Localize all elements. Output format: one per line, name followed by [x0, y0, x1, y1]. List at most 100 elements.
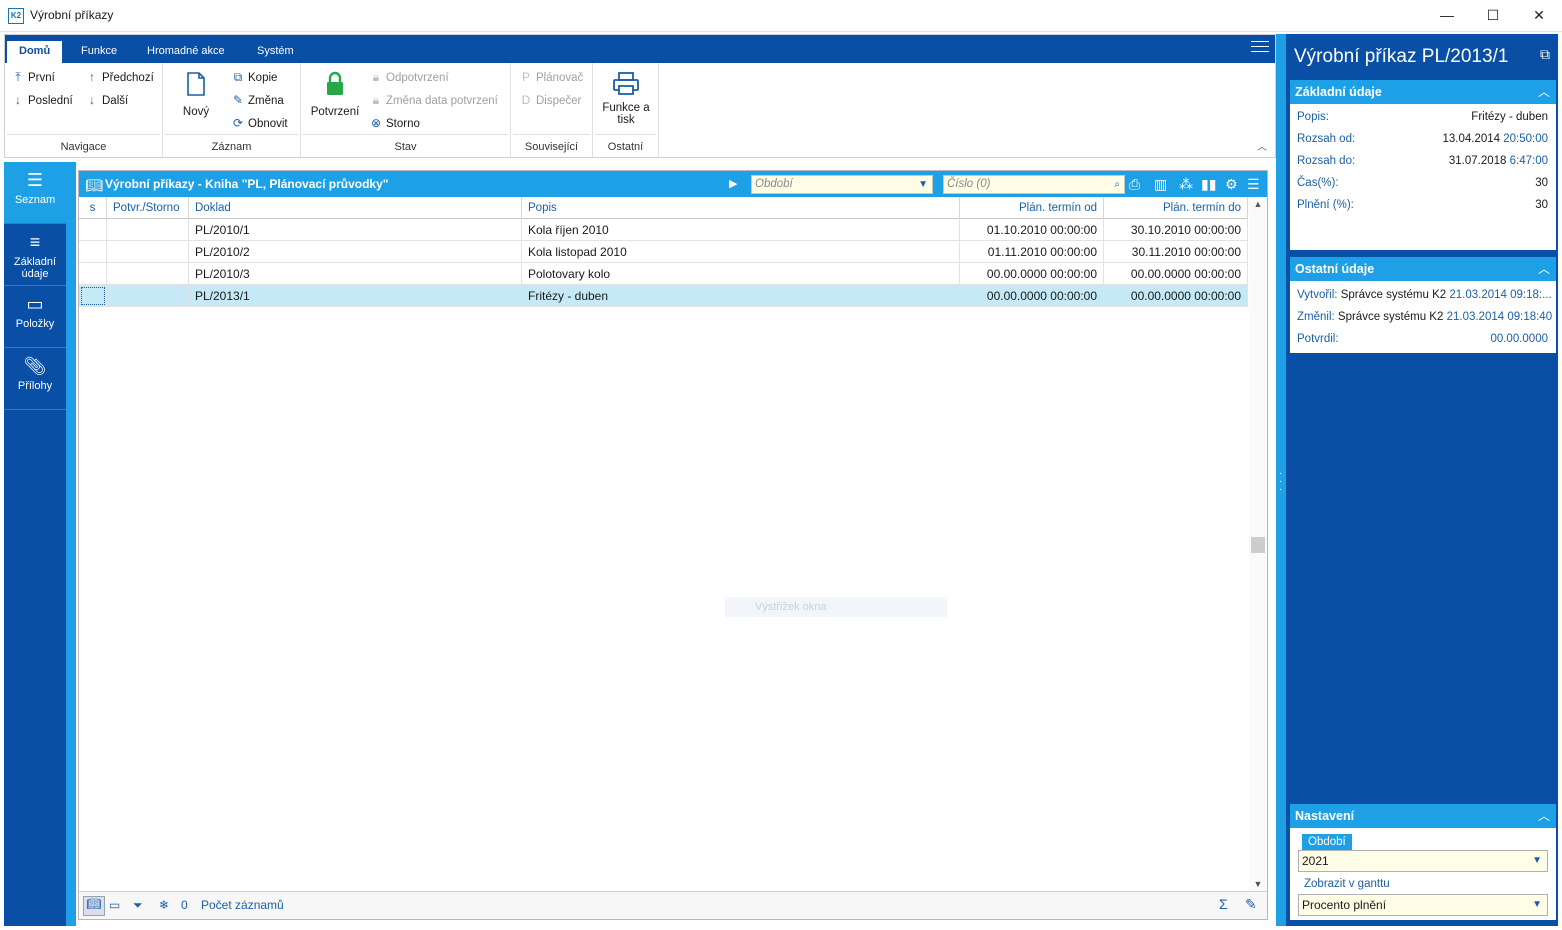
minimize-button[interactable]: — — [1424, 0, 1470, 30]
field-value: Fritézy - duben — [1471, 111, 1548, 123]
vertical-scrollbar[interactable]: ▲ ▼ — [1249, 197, 1267, 891]
cell-plan-od: 01.10.2010 00:00:00 — [960, 219, 1104, 241]
period-select[interactable]: 2021 ▼ — [1298, 850, 1548, 872]
copy-button[interactable]: ⧉ Kopie — [231, 67, 278, 87]
time-value: 6:47:00 — [1509, 155, 1548, 167]
first-button[interactable]: ⤒ První — [11, 67, 55, 87]
filter-icon[interactable]: ⏷ — [133, 898, 143, 913]
new-document-icon — [187, 72, 205, 96]
number-search-input[interactable]: Číslo (0) ⌕ — [943, 175, 1125, 194]
hierarchy-icon[interactable]: ⁂ — [1179, 176, 1193, 193]
archive-icon[interactable]: ▭ — [109, 898, 120, 912]
tab-funkce[interactable]: Funkce — [69, 41, 129, 63]
field-plneni: Plnění (%): 30 — [1290, 194, 1556, 216]
period-filter-input[interactable]: Období ▼ — [751, 175, 933, 194]
field-value: 30 — [1535, 199, 1548, 211]
col-s[interactable]: s — [79, 197, 107, 219]
storno-button[interactable]: ⊗ Storno — [369, 113, 420, 133]
columns-icon[interactable]: ▮▮ — [1201, 176, 1216, 193]
edit-pencil-icon[interactable]: ✎ — [1245, 896, 1257, 913]
change-confirm-date-button[interactable]: 🔒︎ Změna data potvrzení — [369, 90, 498, 110]
panel-splitter[interactable]: · · · — [1276, 34, 1286, 926]
col-popis[interactable]: Popis — [522, 197, 960, 219]
sum-icon[interactable]: Σ — [1219, 896, 1228, 912]
group-navigace: ⤒ První ↓ Poslední ↑ Předchozí ↓ Další Navig… — [5, 63, 163, 157]
chevron-up-icon[interactable]: ︿ — [1538, 804, 1550, 828]
next-button[interactable]: ↓ Další — [85, 90, 128, 110]
dispatcher-button[interactable]: D Dispečer — [519, 90, 582, 110]
previous-button[interactable]: ↑ Předchozí — [85, 67, 154, 87]
period-select-value: 2021 — [1302, 854, 1329, 868]
field-potvrdil: Potvrdil: 00.00.0000 — [1290, 328, 1556, 350]
arrow-down-icon: ↓ — [15, 93, 21, 107]
table-row[interactable]: PL/2010/2 Kola listopad 2010 01.11.2010 … — [79, 241, 1248, 263]
splitter-grip-icon[interactable]: · · · — [1279, 469, 1283, 495]
details-list-icon: ≡ — [29, 232, 41, 252]
functions-print-button[interactable]: Funkce a tisk — [595, 71, 657, 126]
tab-hromadne-akce[interactable]: Hromadné akce — [135, 41, 237, 63]
section-header[interactable]: Nastavení ︿ — [1290, 804, 1556, 828]
table-row-selected[interactable]: PL/2013/1 Fritézy - duben 00.00.0000 00:… — [79, 285, 1248, 307]
maximize-button[interactable]: ☐ — [1470, 0, 1516, 30]
popout-icon[interactable]: ⧉ — [1540, 46, 1550, 63]
gantt-display-select[interactable]: Procento plnění ▼ — [1298, 894, 1548, 916]
new-label: Nový — [182, 106, 210, 118]
scroll-thumb[interactable] — [1251, 537, 1265, 553]
snowflake-icon[interactable]: ❄ — [159, 898, 169, 912]
refresh-button[interactable]: ⟳ Obnovit — [231, 113, 288, 133]
section-zakladni-udaje: Základní údaje ︿ Popis: Fritézy - duben … — [1290, 80, 1556, 250]
confirm-button[interactable]: Potvrzení — [305, 71, 365, 118]
field-rozsah-od: Rozsah od: 13.04.2014 20:50:00 — [1290, 128, 1556, 150]
table-row[interactable]: PL/2010/1 Kola říjen 2010 01.10.2010 00:… — [79, 219, 1248, 241]
last-button[interactable]: ↓ Poslední — [11, 90, 73, 110]
book-view-icon[interactable]: 📖︎ — [83, 896, 105, 916]
group-separator — [513, 134, 590, 135]
field-cas: Čas(%): 30 — [1290, 172, 1556, 194]
scroll-up-icon[interactable]: ▲ — [1249, 199, 1267, 209]
col-plan-do[interactable]: Plán. termín do — [1104, 197, 1248, 219]
next-label: Další — [102, 95, 129, 107]
scroll-down-icon[interactable]: ▼ — [1249, 879, 1267, 889]
nav-zakladni-udaje[interactable]: ≡ Základní údaje — [4, 224, 66, 286]
new-button[interactable]: Nový — [173, 71, 219, 118]
collapse-ribbon-icon[interactable]: ︿ — [1257, 138, 1267, 153]
close-button[interactable]: ✕ — [1516, 0, 1562, 30]
dropdown-icon[interactable]: ▼ — [1532, 895, 1542, 915]
field-label: Vytvořil: — [1297, 289, 1338, 301]
tab-system[interactable]: Systém — [245, 41, 306, 63]
group-label-stav: Stav — [394, 141, 417, 153]
tab-domu[interactable]: Domů — [7, 41, 63, 63]
chevron-up-icon[interactable]: ︿ — [1538, 257, 1550, 281]
ribbon-menu-icon[interactable] — [1251, 41, 1269, 55]
col-potvr-storno[interactable]: Potvr./Storno — [107, 197, 189, 219]
play-icon[interactable]: ▶ — [729, 177, 737, 190]
user-name: Správce systému K2 — [1340, 289, 1447, 301]
dropdown-icon[interactable]: ▼ — [1532, 851, 1542, 871]
confirm-label: Potvrzení — [310, 106, 360, 118]
print-icon[interactable]: ⎙ — [1129, 176, 1140, 193]
cell-popis: Fritézy - duben — [522, 285, 960, 307]
menu-icon[interactable]: ☰ — [1247, 176, 1260, 193]
group-ostatni: Funkce a tisk Ostatní — [593, 63, 659, 157]
col-doklad[interactable]: Doklad — [189, 197, 522, 219]
section-header[interactable]: Ostatní údaje ︿ — [1290, 257, 1556, 281]
table-row[interactable]: PL/2010/3 Polotovary kolo 00.00.0000 00:… — [79, 263, 1248, 285]
copy-icon: ⧉ — [233, 70, 243, 84]
grid-status-bar: 📖︎ ▭ ⏷ ❄ 0 Počet záznamů Σ ✎ — [79, 891, 1267, 919]
chevron-up-icon[interactable]: ︿ — [1538, 80, 1550, 104]
col-plan-od[interactable]: Plán. termín od — [960, 197, 1104, 219]
nav-prilohy[interactable]: 📎︎ Přílohy — [4, 348, 66, 410]
detail-panel-title: Výrobní příkaz PL/2013/1 — [1294, 46, 1509, 67]
search-icon[interactable]: ⌕ — [1114, 176, 1120, 193]
nav-polozky[interactable]: ▭ Položky — [4, 286, 66, 348]
edit-button[interactable]: ✎ Změna — [231, 90, 284, 110]
nav-seznam[interactable]: ☰ Seznam — [4, 162, 66, 224]
unconfirm-button[interactable]: 🔒︎ Odpotvrzení — [369, 67, 449, 87]
section-header[interactable]: Základní údaje ︿ — [1290, 80, 1556, 104]
planner-button[interactable]: P Plánovač — [519, 67, 583, 87]
cell-doklad: PL/2010/2 — [189, 241, 522, 263]
chart-icon[interactable]: ▥ — [1154, 176, 1167, 193]
dropdown-icon[interactable]: ▼ — [918, 176, 928, 193]
section-nastaveni: Nastavení ︿ Období 2021 ▼ Zobrazit v gan… — [1290, 804, 1556, 920]
gear-icon[interactable]: ⚙ — [1225, 176, 1238, 193]
